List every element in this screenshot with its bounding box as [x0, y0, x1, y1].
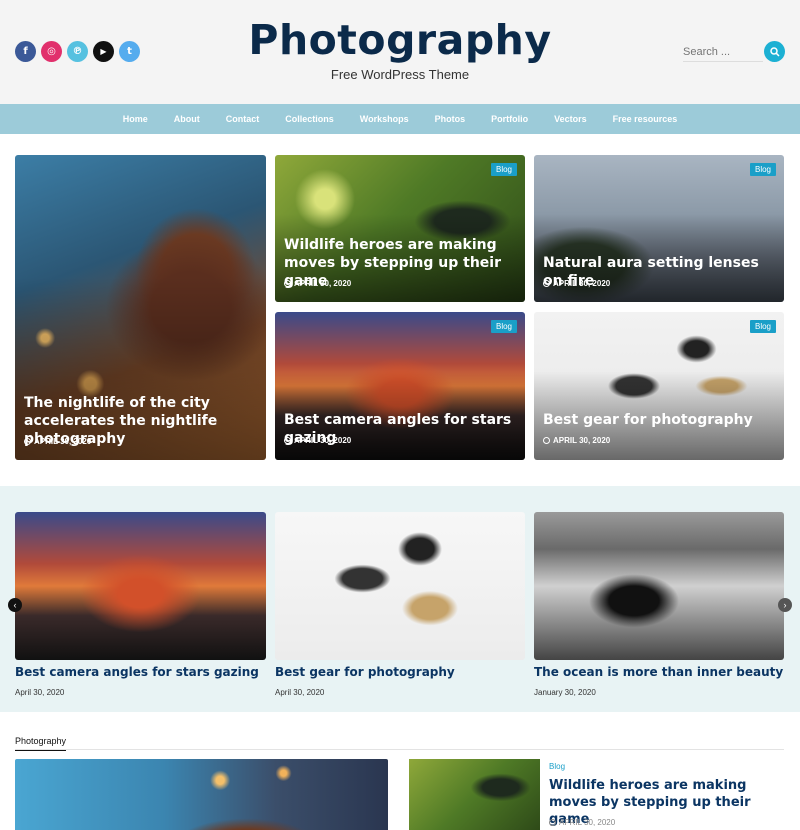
nav-item-collections[interactable]: Collections [272, 114, 347, 124]
slider-next-button[interactable]: › [778, 598, 792, 612]
slide-best-gear[interactable]: Best gear for photography April 30, 2020 [275, 512, 525, 697]
nav-item-photos[interactable]: Photos [422, 114, 479, 124]
slider-prev-button[interactable]: ‹ [8, 598, 22, 612]
search-button[interactable] [764, 41, 785, 62]
card-title[interactable]: Best gear for photography [543, 411, 775, 429]
search-box [683, 42, 763, 62]
category-badge[interactable]: Blog [490, 320, 517, 333]
hero-card-wildlife[interactable]: Blog Wildlife heroes are making moves by… [275, 155, 525, 302]
site-tagline: Free WordPress Theme [330, 67, 470, 82]
category-badge[interactable]: Blog [749, 163, 776, 176]
site-title[interactable]: Photography [0, 16, 800, 64]
side-post-category[interactable]: Blog [549, 762, 565, 771]
hero-card-stars-gazing[interactable]: Blog Best camera angles for stars gazing… [275, 312, 525, 460]
slide-stars-gazing[interactable]: Best camera angles for stars gazing Apri… [15, 512, 266, 697]
nav-item-about[interactable]: About [161, 114, 213, 124]
side-post-date: APRIL 30, 2020 [549, 818, 615, 827]
section-side-image[interactable] [409, 759, 540, 830]
card-date-text: APRIL 30, 2020 [553, 436, 611, 445]
clock-icon [24, 438, 31, 445]
main-nav: Home About Contact Collections Workshops… [0, 104, 800, 134]
nav-item-workshops[interactable]: Workshops [347, 114, 422, 124]
slide-image[interactable] [534, 512, 784, 660]
section-divider [15, 749, 784, 750]
search-icon [769, 46, 780, 57]
clock-icon [543, 280, 550, 287]
slide-ocean[interactable]: The ocean is more than inner beauty Janu… [534, 512, 784, 697]
card-date-text: APRIL 30, 2020 [553, 279, 611, 288]
search-input[interactable] [683, 43, 763, 61]
slide-title[interactable]: The ocean is more than inner beauty [534, 665, 784, 679]
nav-item-vectors[interactable]: Vectors [541, 114, 600, 124]
clock-icon [543, 437, 550, 444]
clock-icon [284, 280, 291, 287]
slide-date: January 30, 2020 [534, 688, 596, 697]
hero-card-nightlife[interactable]: The nightlife of the city accelerates th… [15, 155, 266, 460]
card-date-text: APRIL 30, 2020 [34, 437, 92, 446]
side-post-date-text: APRIL 30, 2020 [559, 818, 616, 827]
slide-title[interactable]: Best camera angles for stars gazing [15, 665, 266, 679]
section-main-image[interactable] [15, 759, 388, 830]
card-date: APRIL 30, 2020 [24, 437, 91, 446]
card-date: APRIL 30, 2020 [284, 279, 351, 288]
slide-image[interactable] [275, 512, 525, 660]
slide-title[interactable]: Best gear for photography [275, 665, 525, 679]
slide-date: April 30, 2020 [275, 688, 325, 697]
slide-date: April 30, 2020 [15, 688, 65, 697]
card-date-text: APRIL 30, 2020 [294, 436, 352, 445]
hero-card-best-gear[interactable]: Blog Best gear for photography APRIL 30,… [534, 312, 784, 460]
site-header: f ◎ ℗ ▶ t Photography Free WordPress The… [0, 0, 800, 104]
clock-icon [284, 437, 291, 444]
card-date: APRIL 30, 2020 [543, 436, 610, 445]
card-date: APRIL 30, 2020 [543, 279, 610, 288]
nav-item-contact[interactable]: Contact [213, 114, 273, 124]
nav-item-free-resources[interactable]: Free resources [600, 114, 691, 124]
category-badge[interactable]: Blog [490, 163, 517, 176]
card-date: APRIL 30, 2020 [284, 436, 351, 445]
nav-item-home[interactable]: Home [110, 114, 161, 124]
slide-image[interactable] [15, 512, 266, 660]
featured-slider: Best camera angles for stars gazing Apri… [0, 486, 800, 712]
category-badge[interactable]: Blog [749, 320, 776, 333]
hero-card-natural-aura[interactable]: Blog Natural aura setting lenses on fire… [534, 155, 784, 302]
clock-icon [549, 819, 556, 826]
card-date-text: APRIL 30, 2020 [294, 279, 352, 288]
nav-item-portfolio[interactable]: Portfolio [478, 114, 541, 124]
